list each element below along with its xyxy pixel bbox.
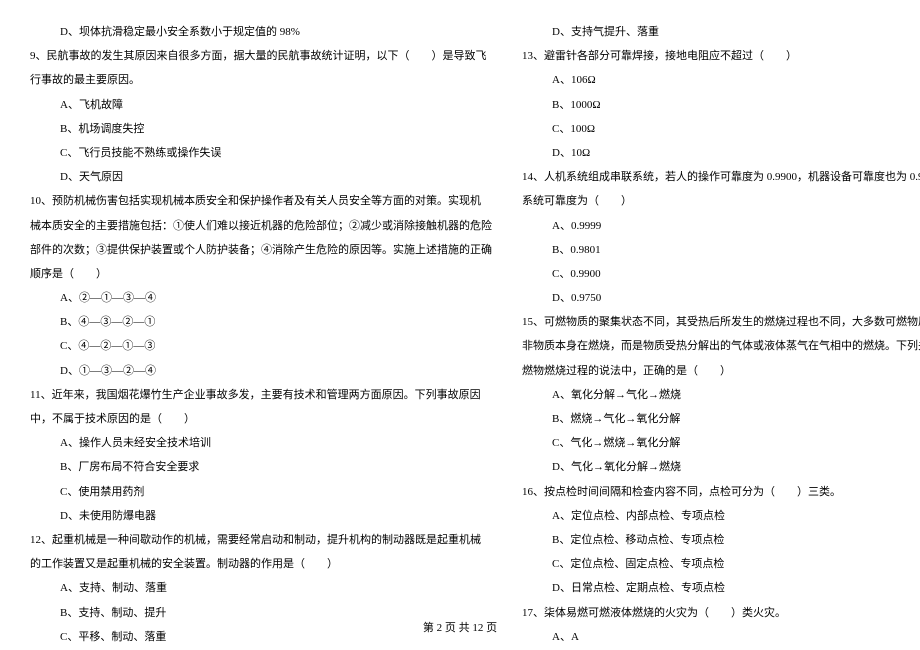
question-10-cont: 顺序是（ ） — [30, 262, 492, 286]
question-15: 15、可燃物质的聚集状态不同，其受热后所发生的燃烧过程也不同，大多数可燃物质的燃… — [522, 310, 920, 334]
question-15-cont: 燃物燃烧过程的说法中，正确的是（ ） — [522, 359, 920, 383]
question-9-cont: 行事故的最主要原因。 — [30, 68, 492, 92]
page-columns: D、坝体抗滑稳定最小安全系数小于规定值的 98% 9、民航事故的发生其原因来自很… — [30, 20, 890, 649]
option-a: A、操作人员未经安全技术培训 — [30, 431, 492, 455]
option-c: C、0.9900 — [522, 262, 920, 286]
option-d: D、①—③—②—④ — [30, 359, 492, 383]
option-d: D、气化→氧化分解→燃烧 — [522, 455, 920, 479]
question-11-cont: 中，不属于技术原因的是（ ） — [30, 407, 492, 431]
option-d: D、未使用防爆电器 — [30, 504, 492, 528]
option-a: A、106Ω — [522, 68, 920, 92]
option-d: D、0.9750 — [522, 286, 920, 310]
question-13: 13、避雷针各部分可靠焊接，接地电阻应不超过（ ） — [522, 44, 920, 68]
option-c: C、④—②—①—③ — [30, 334, 492, 358]
option-b: B、定位点检、移动点检、专项点检 — [522, 528, 920, 552]
question-12-cont: 的工作装置又是起重机械的安全装置。制动器的作用是（ ） — [30, 552, 492, 576]
option-c: C、100Ω — [522, 117, 920, 141]
question-9: 9、民航事故的发生其原因来自很多方面，据大量的民航事故统计证明，以下（ ）是导致… — [30, 44, 492, 68]
option-c: C、气化→燃烧→氧化分解 — [522, 431, 920, 455]
question-12: 12、起重机械是一种间歇动作的机械，需要经常启动和制动，提升机构的制动器既是起重… — [30, 528, 492, 552]
option-a: A、氧化分解→气化→燃烧 — [522, 383, 920, 407]
option-b: B、燃烧→气化→氧化分解 — [522, 407, 920, 431]
question-10: 10、预防机械伤害包括实现机械本质安全和保护操作者及有关人员安全等方面的对策。实… — [30, 189, 492, 213]
option-d: D、支持气提升、落重 — [522, 20, 920, 44]
option-d: D、坝体抗滑稳定最小安全系数小于规定值的 98% — [30, 20, 492, 44]
option-a: A、定位点检、内部点检、专项点检 — [522, 504, 920, 528]
option-d: D、日常点检、定期点检、专项点检 — [522, 576, 920, 600]
option-b: B、0.9801 — [522, 238, 920, 262]
option-a: A、0.9999 — [522, 214, 920, 238]
option-c: C、定位点检、固定点检、专项点检 — [522, 552, 920, 576]
page-footer: 第 2 页 共 12 页 — [0, 616, 920, 640]
question-15-cont: 非物质本身在燃烧，而是物质受热分解出的气体或液体蒸气在气相中的燃烧。下列关于液体… — [522, 334, 920, 358]
question-11: 11、近年来，我国烟花爆竹生产企业事故多发，主要有技术和管理两方面原因。下列事故… — [30, 383, 492, 407]
question-14: 14、人机系统组成串联系统，若人的操作可靠度为 0.9900，机器设备可靠度也为… — [522, 165, 920, 189]
option-c: C、使用禁用药剂 — [30, 480, 492, 504]
question-16: 16、按点检时间间隔和检查内容不同，点检可分为（ ）三类。 — [522, 480, 920, 504]
option-b: B、机场调度失控 — [30, 117, 492, 141]
question-10-cont: 部件的次数；③提供保护装置或个人防护装备；④消除产生危险的原因等。实施上述措施的… — [30, 238, 492, 262]
right-column: D、支持气提升、落重 13、避雷针各部分可靠焊接，接地电阻应不超过（ ） A、1… — [522, 20, 920, 649]
option-d: D、10Ω — [522, 141, 920, 165]
option-b: B、④—③—②—① — [30, 310, 492, 334]
option-a: A、②—①—③—④ — [30, 286, 492, 310]
option-b: B、厂房布局不符合安全要求 — [30, 455, 492, 479]
option-c: C、飞行员技能不熟练或操作失误 — [30, 141, 492, 165]
left-column: D、坝体抗滑稳定最小安全系数小于规定值的 98% 9、民航事故的发生其原因来自很… — [30, 20, 492, 649]
option-b: B、1000Ω — [522, 93, 920, 117]
question-14-cont: 系统可靠度为（ ） — [522, 189, 920, 213]
option-a: A、飞机故障 — [30, 93, 492, 117]
question-10-cont: 械本质安全的主要措施包括：①使人们难以接近机器的危险部位；②减少或消除接触机器的… — [30, 214, 492, 238]
option-a: A、支持、制动、落重 — [30, 576, 492, 600]
option-d: D、天气原因 — [30, 165, 492, 189]
